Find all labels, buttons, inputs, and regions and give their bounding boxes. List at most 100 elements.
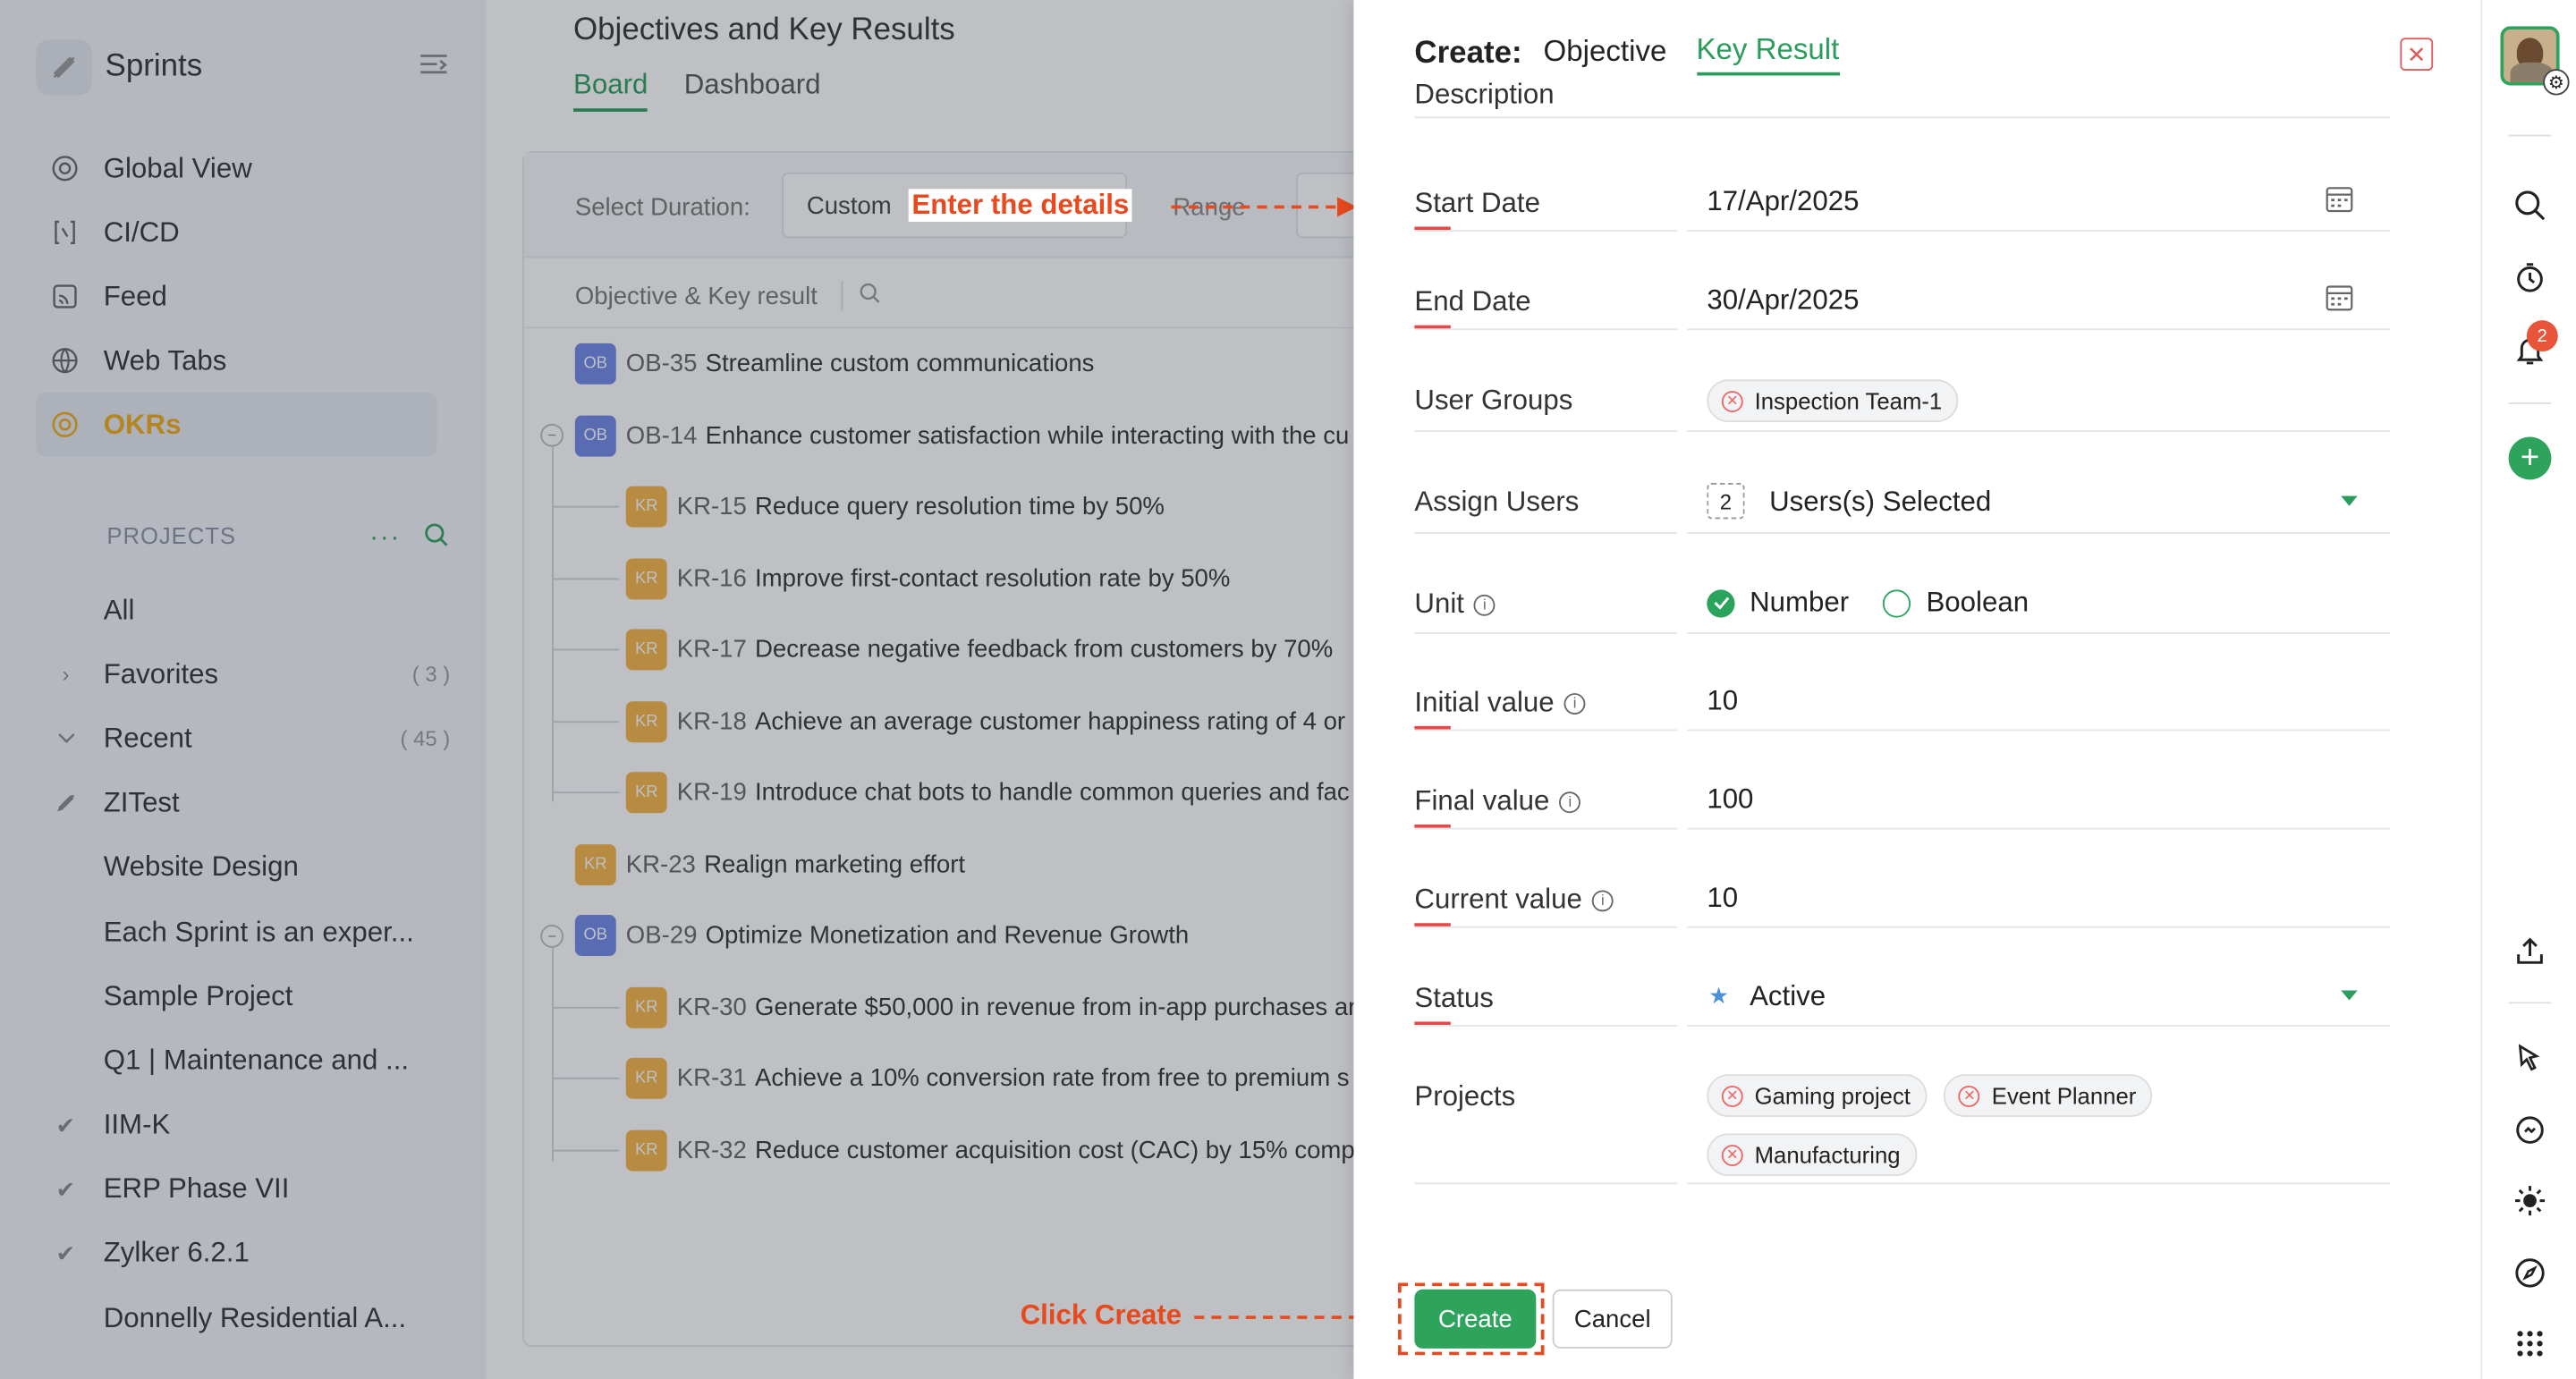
nav-web-tabs[interactable]: Web Tabs [36,328,436,393]
project-chip: ✕ Event Planner [1944,1074,2153,1117]
radio-boolean[interactable] [1883,588,1911,617]
project-item-each-sprint[interactable]: Each Sprint is an exper... [36,900,460,964]
global-view-icon [49,154,79,183]
key-result-badge: KR [625,986,667,1028]
nav-cicd[interactable]: CI/CD [36,200,436,265]
more-options-icon[interactable]: ··· [369,524,401,554]
user-avatar[interactable]: ⚙ [2482,26,2576,96]
project-item-iim-k[interactable]: ✔ IIM-K [36,1093,460,1157]
upload-icon[interactable] [2482,935,2576,968]
assign-users-select[interactable]: 2 Users(s) Selected [1414,455,2390,554]
timer-icon[interactable] [2482,261,2576,294]
radio-number[interactable] [1707,588,1735,617]
create-drawer: Create: Objective Key Result ✕ Descripti… [1353,0,2481,1379]
project-item-website-design[interactable]: Website Design [36,835,460,900]
chevron-right-icon[interactable]: › [49,663,82,688]
tab-key-result[interactable]: Key Result [1696,33,1840,76]
tab-objective[interactable]: Objective [1544,35,1667,74]
tab-dashboard[interactable]: Dashboard [684,69,821,112]
unit-field: Unit i Number Boolean [1414,555,2391,654]
table-row[interactable]: KR KR-17 Decrease negative feedback from c… [553,614,1333,686]
status-select[interactable]: ★ Active [1414,950,2390,1048]
user-groups-label: User Groups [1414,384,1573,416]
project-label: Favorites [103,658,219,690]
project-chip: ✕ Manufacturing [1707,1133,1917,1177]
add-icon[interactable]: + [2482,436,2576,480]
project-item-recent[interactable]: Recent ( 45 ) [36,706,460,771]
search-icon[interactable] [859,282,880,309]
cicd-icon [49,217,79,247]
chevron-down-icon[interactable] [2341,495,2358,506]
nav-feed[interactable]: Feed [36,265,436,329]
info-icon[interactable]: i [1473,593,1496,615]
project-item-sample-project[interactable]: Sample Project [36,964,460,1028]
user-group-chip: ✕ Inspection Team-1 [1707,379,1959,423]
end-date-input[interactable]: 30/Apr/2025 [1414,257,2390,355]
chevron-down-icon[interactable] [49,733,82,745]
compass-icon[interactable] [2482,1256,2576,1290]
project-item-q1-maintenance[interactable]: Q1 | Maintenance and ... [36,1028,460,1093]
cancel-button[interactable]: Cancel [1552,1289,1673,1349]
remove-chip-icon[interactable]: ✕ [1721,390,1743,412]
final-value-input[interactable]: 100 [1414,752,2390,850]
calendar-icon[interactable] [2325,184,2354,222]
project-item-all[interactable]: All [36,579,460,643]
unit-option-boolean[interactable]: Boolean [1926,587,2029,620]
create-label: Create: [1414,36,1522,71]
checkmark-icon: ✔ [55,1239,76,1267]
current-value-input[interactable]: 10 [1414,850,2390,949]
gear-icon[interactable]: ⚙ [2543,69,2570,96]
table-row[interactable]: KR KR-31 Achieve a 10% conversion rate fro… [553,1043,1350,1114]
objective-badge: OB [574,915,616,957]
collapse-toggle-icon[interactable]: − [540,423,564,447]
chevron-down-icon[interactable] [2341,990,2358,1001]
brand[interactable]: Sprints [36,39,202,96]
table-row[interactable]: KR KR-30 Generate $50,000 in revenue from … [554,971,1356,1043]
column-header-label: Objective & Key result [574,281,818,310]
calendar-icon[interactable] [2325,283,2354,320]
initial-value-input[interactable]: 10 [1414,654,2390,752]
column-header: Objective & Key result [574,281,880,311]
remove-chip-icon[interactable]: ✕ [1721,1144,1743,1166]
projects-actions: ··· [369,522,448,555]
table-row[interactable]: KR KR-18 Achieve an average customer happi… [553,686,1366,757]
start-date-input[interactable]: 17/Apr/2025 [1414,157,2390,256]
table-row[interactable]: OB OB-14 Enhance customer satisfaction whi… [574,400,1349,471]
table-row[interactable]: KR KR-19 Introduce chat bots to handle com… [553,757,1350,829]
favorites-count: ( 3 ) [411,662,451,688]
project-item-zylker[interactable]: ✔ Zylker 6.2.1 [36,1222,460,1286]
nav-label: Feed [103,280,167,312]
table-row[interactable]: KR KR-16 Improve first-contact resolution … [554,543,1230,614]
sun-icon[interactable] [2482,1184,2576,1217]
close-icon[interactable]: ✕ [2400,38,2434,71]
key-result-badge: KR [625,558,667,599]
table-row[interactable]: KR KR-15 Reduce query resolution time by 5… [554,471,1165,543]
bell-icon[interactable]: 2 [2482,320,2576,375]
search-icon[interactable] [2482,189,2576,222]
collapse-menu-icon[interactable] [418,49,451,90]
collapse-toggle-icon[interactable]: − [540,925,564,948]
pointer-icon[interactable] [2482,1041,2576,1074]
table-row[interactable]: KR KR-32 Reduce customer acquisition cost … [553,1114,1368,1186]
tab-board[interactable]: Board [573,69,648,112]
unit-option-number[interactable]: Number [1750,587,1849,620]
project-item-favorites[interactable]: › Favorites ( 3 ) [36,642,460,706]
create-button[interactable]: Create [1414,1289,1537,1349]
sync-icon[interactable] [2482,1113,2576,1146]
table-row[interactable]: OB OB-29 Optimize Monetization and Revenue… [574,901,1189,972]
project-label: Zylker 6.2.1 [103,1237,250,1269]
remove-chip-icon[interactable]: ✕ [1959,1085,1980,1107]
table-row[interactable]: OB OB-35 Streamline custom communications [574,328,1094,400]
search-icon[interactable] [424,522,449,555]
description-field: Description [1414,75,2391,119]
projects-label: Projects [1414,1080,1516,1113]
table-row[interactable]: KR KR-23 Realign marketing effort [574,829,965,901]
project-label: Recent [103,723,192,754]
nav-okrs[interactable]: OKRs [36,392,437,457]
app-grid-icon[interactable] [2482,1329,2576,1358]
remove-chip-icon[interactable]: ✕ [1721,1085,1743,1107]
nav-global-view[interactable]: Global View [36,136,436,200]
project-item-zitest[interactable]: ZITest [36,771,460,835]
project-item-erp-phase[interactable]: ✔ ERP Phase VII [36,1157,460,1222]
project-item-donnelly[interactable]: Donnelly Residential A... [36,1286,460,1350]
